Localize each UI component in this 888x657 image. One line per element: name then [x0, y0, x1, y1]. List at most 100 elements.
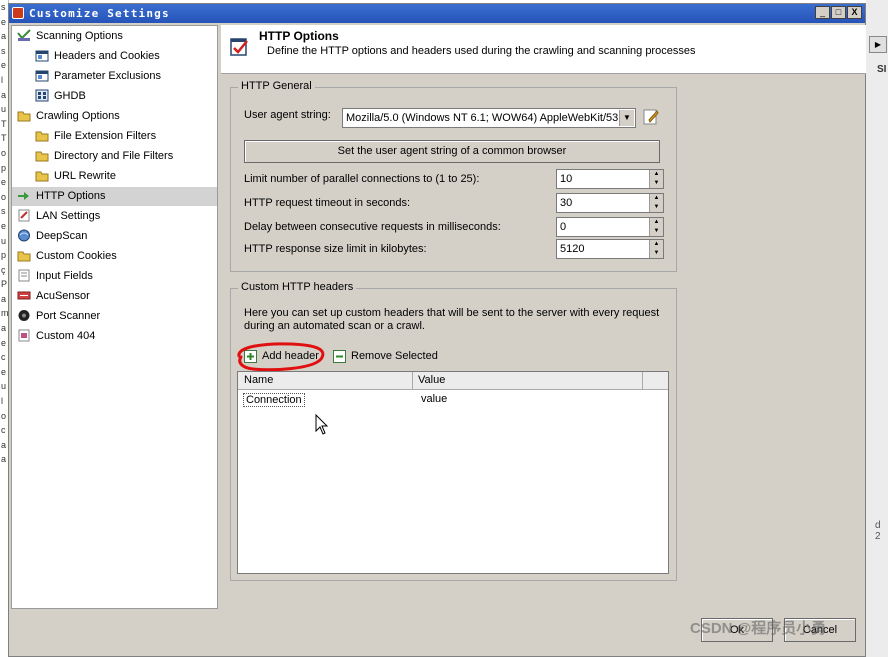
column-header-value[interactable]: Value [418, 374, 445, 386]
settings-tree[interactable]: Scanning Options Headers and Cookies Par… [11, 25, 218, 609]
tree-item-headers-and-cookies[interactable]: Headers and Cookies [35, 47, 160, 66]
page-title: HTTP Options [259, 29, 339, 43]
background-text-1: SI [877, 64, 887, 75]
request-timeout-stepper[interactable]: 30 ▲ ▼ [556, 193, 664, 213]
user-agent-label: User agent string: [244, 109, 331, 121]
tree-item-label: Parameter Exclusions [54, 70, 161, 82]
column-divider[interactable] [412, 372, 413, 389]
custom-cookies-icon [17, 251, 31, 262]
parallel-connections-stepper[interactable]: 10 ▲ ▼ [556, 169, 664, 189]
user-agent-value: Mozilla/5.0 (Windows NT 6.1; WOW64) Appl… [346, 112, 618, 124]
parallel-connections-label: Limit number of parallel connections to … [244, 173, 480, 185]
tree-item-label: LAN Settings [36, 210, 101, 222]
directory-file-filters-icon [35, 151, 49, 162]
parameter-exclusions-icon [35, 70, 49, 82]
remove-icon [333, 350, 346, 363]
tree-item-port-scanner[interactable]: Port Scanner [17, 307, 100, 326]
column-header-name[interactable]: Name [244, 374, 273, 386]
tree-item-label: Scanning Options [36, 30, 123, 42]
headers-cookies-icon [35, 50, 49, 62]
url-rewrite-icon [35, 171, 49, 182]
cell-value[interactable]: value [421, 393, 447, 406]
red-annotation-circle [237, 342, 325, 372]
tree-item-label: HTTP Options [36, 190, 106, 202]
tree-item-label: GHDB [54, 90, 86, 102]
tree-item-label: DeepScan [36, 230, 88, 242]
request-timeout-label: HTTP request timeout in seconds: [244, 197, 411, 209]
tree-item-ghdb[interactable]: GHDB [35, 87, 86, 106]
tree-item-url-rewrite[interactable]: URL Rewrite [35, 167, 116, 186]
tree-item-acusensor[interactable]: AcuSensor [17, 287, 90, 306]
tree-item-label: Custom 404 [36, 330, 96, 342]
request-delay-stepper[interactable]: 0 ▲ ▼ [556, 217, 664, 237]
stepper-value: 30 [560, 197, 573, 209]
arrow-down-icon[interactable]: ▼ [649, 227, 663, 236]
tree-item-http-options[interactable]: HTTP Options [12, 187, 217, 206]
table-row[interactable]: Connection value [238, 391, 668, 408]
remove-selected-label: Remove Selected [351, 350, 438, 362]
tree-item-directory-and-file-filters[interactable]: Directory and File Filters [35, 147, 173, 166]
crawling-options-icon [17, 111, 31, 122]
tree-item-label: Directory and File Filters [54, 150, 174, 162]
page-subtitle: Define the HTTP options and headers used… [267, 45, 696, 57]
arrow-down-icon[interactable]: ▼ [649, 203, 663, 212]
page-header: HTTP Options Define the HTTP options and… [221, 25, 866, 74]
user-agent-select[interactable]: Mozilla/5.0 (Windows NT 6.1; WOW64) Appl… [342, 108, 636, 128]
stepper-value: 10 [560, 173, 573, 185]
group-legend: HTTP General [238, 80, 315, 92]
minimize-button[interactable]: _ [815, 6, 830, 19]
tree-item-label: File Extension Filters [54, 130, 157, 142]
input-fields-icon [18, 269, 30, 282]
mouse-cursor-icon [315, 414, 329, 435]
ghdb-icon [35, 89, 49, 102]
custom-headers-description-line1: Here you can set up custom headers that … [244, 307, 660, 319]
tree-item-label: URL Rewrite [54, 170, 116, 182]
custom-headers-table[interactable]: Name Value Connection value [237, 371, 669, 574]
set-common-browser-agent-button[interactable]: Set the user agent string of a common br… [244, 140, 660, 163]
tree-item-lan-settings[interactable]: LAN Settings [17, 207, 100, 226]
tree-item-scanning-options[interactable]: Scanning Options [17, 27, 123, 46]
customize-settings-window: Customize Settings _ □ X Scanning Option… [8, 3, 866, 657]
edit-icon[interactable] [643, 108, 659, 126]
response-size-limit-stepper[interactable]: 5120 ▲ ▼ [556, 239, 664, 259]
stepper-value: 0 [560, 221, 567, 233]
acusensor-icon [17, 291, 31, 300]
tree-item-label: AcuSensor [36, 290, 90, 302]
http-options-icon [18, 191, 29, 200]
remove-selected-button[interactable]: Remove Selected [333, 349, 448, 365]
deepscan-icon [18, 229, 30, 242]
stepper-value: 5120 [560, 243, 585, 255]
arrow-down-icon[interactable]: ▼ [649, 179, 663, 188]
request-delay-label: Delay between consecutive requests in mi… [244, 221, 501, 233]
column-divider[interactable] [642, 372, 643, 389]
tree-item-file-extension-filters[interactable]: File Extension Filters [35, 127, 156, 146]
tree-item-deepscan[interactable]: DeepScan [17, 227, 87, 246]
title-bar[interactable]: Customize Settings _ □ X [9, 4, 865, 23]
group-legend: Custom HTTP headers [238, 281, 357, 293]
tree-item-label: Custom Cookies [36, 250, 117, 262]
tree-item-custom-cookies[interactable]: Custom Cookies [17, 247, 117, 266]
tree-item-label: Headers and Cookies [54, 50, 160, 62]
tree-item-custom-404[interactable]: Custom 404 [17, 327, 95, 346]
background-text-2: d 2 [875, 520, 881, 542]
port-scanner-icon [18, 309, 30, 321]
watermark: CSDN @程序员小勇 [690, 620, 827, 637]
response-size-limit-label: HTTP response size limit in kilobytes: [244, 243, 427, 255]
background-scroll-button: ▶ [869, 36, 887, 53]
close-button[interactable]: X [847, 6, 862, 19]
chevron-down-icon[interactable]: ▼ [619, 110, 634, 126]
tree-item-label: Input Fields [36, 270, 93, 282]
arrow-down-icon[interactable]: ▼ [649, 249, 663, 258]
file-extension-filters-icon [35, 131, 49, 142]
custom-headers-description-line2: during an automated scan or a crawl. [244, 320, 425, 332]
cell-name[interactable]: Connection [243, 393, 305, 407]
custom-404-icon [18, 329, 30, 342]
background-app-right-strip: ▶ SI d 2 [866, 0, 888, 657]
tree-item-parameter-exclusions[interactable]: Parameter Exclusions [35, 67, 161, 86]
scanning-options-icon [17, 28, 31, 41]
maximize-button[interactable]: □ [831, 6, 846, 19]
tree-item-input-fields[interactable]: Input Fields [17, 267, 93, 286]
checklist-icon [230, 38, 248, 56]
window-title: Customize Settings [29, 7, 170, 20]
tree-item-crawling-options[interactable]: Crawling Options [17, 107, 120, 126]
